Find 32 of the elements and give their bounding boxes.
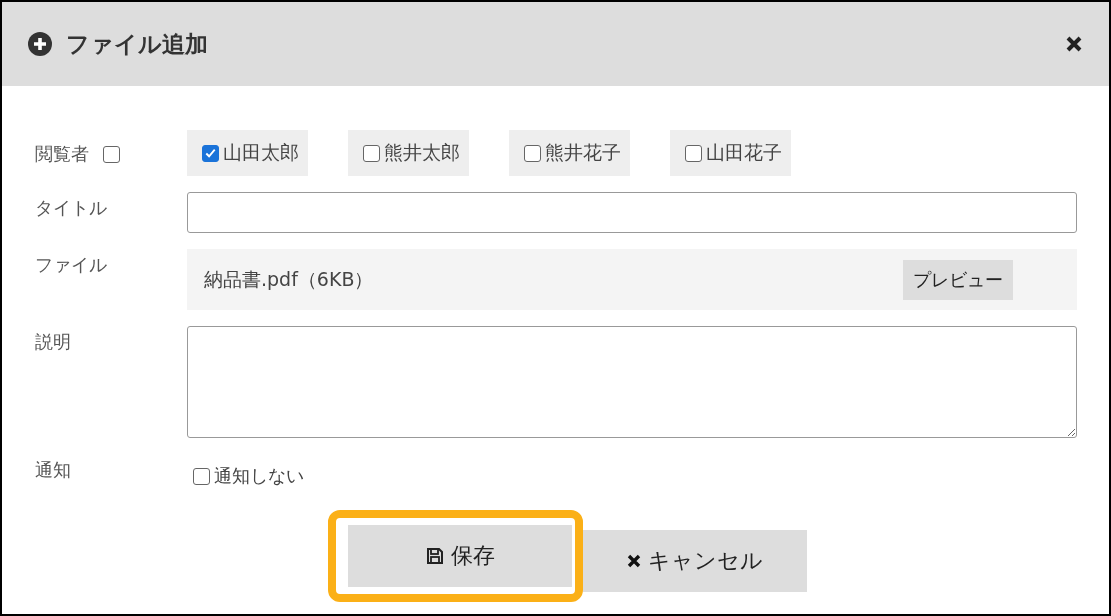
cancel-button[interactable]: キャンセル: [582, 530, 807, 592]
notify-option[interactable]: 通知しない: [187, 454, 1077, 488]
field-label: 説明: [35, 330, 72, 354]
viewer-option[interactable]: 熊井太郎: [348, 130, 469, 176]
file-name: 納品書.pdf（6KB）: [204, 266, 374, 292]
viewer-option[interactable]: 熊井花子: [509, 130, 630, 176]
checkbox[interactable]: [524, 144, 541, 162]
checkbox[interactable]: [363, 144, 380, 162]
title-field[interactable]: [187, 192, 1077, 233]
viewer-option[interactable]: 山田太郎: [187, 130, 308, 176]
viewer-name: 熊井花子: [545, 140, 621, 165]
save-button[interactable]: 保存: [347, 525, 572, 587]
field-label: 閲覧者: [35, 142, 89, 166]
dialog-title: ファイル追加: [66, 29, 209, 59]
viewer-name: 山田太郎: [223, 140, 299, 165]
save-icon: [424, 546, 445, 566]
field-label: ファイル: [35, 253, 108, 277]
add-icon: [28, 32, 52, 56]
checkbox[interactable]: [685, 144, 702, 162]
field-label: タイトル: [35, 196, 108, 220]
viewer-option[interactable]: 山田花子: [670, 130, 791, 176]
viewer-name: 山田花子: [706, 140, 782, 165]
description-field[interactable]: [187, 326, 1077, 438]
notify-text: 通知しない: [214, 464, 304, 488]
viewer-name: 熊井太郎: [384, 140, 460, 165]
checkbox[interactable]: [103, 145, 120, 163]
checkbox[interactable]: [193, 467, 210, 485]
close-icon[interactable]: [1065, 35, 1083, 53]
field-label: 通知: [35, 458, 72, 482]
preview-button[interactable]: プレビュー: [903, 259, 1013, 300]
checkbox[interactable]: [202, 144, 219, 162]
close-icon: [626, 553, 642, 569]
